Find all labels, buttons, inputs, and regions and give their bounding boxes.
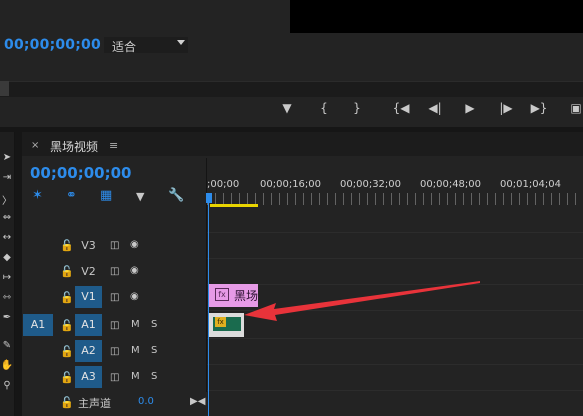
ruler-label: 00;00;32;00 — [340, 179, 402, 190]
linked-selection-icon[interactable]: ▦ — [100, 188, 112, 203]
rate-stretch-tool-icon[interactable]: ↔ — [0, 232, 14, 243]
master-track-label: 主声道 — [78, 397, 111, 410]
wrench-icon[interactable]: 🔧 — [168, 188, 184, 203]
panel-menu-icon[interactable]: ≡ — [109, 139, 118, 152]
eye-icon[interactable]: ◉ — [130, 291, 139, 302]
insert-icon[interactable]: ▣ — [566, 101, 583, 115]
pen-tool-alt-icon[interactable]: ✎ — [0, 340, 14, 351]
ruler-ticks — [207, 193, 583, 205]
track-lane-a2[interactable] — [207, 339, 583, 365]
program-video-frame — [290, 0, 583, 33]
annotation-arrow — [244, 281, 480, 321]
track-label-v1[interactable]: V1 — [75, 286, 102, 308]
track-lane-empty — [207, 212, 583, 233]
zoom-tool-icon[interactable]: ⚲ — [0, 380, 14, 391]
mute-button[interactable]: M — [131, 319, 140, 330]
master-volume-value[interactable]: 0.0 — [138, 396, 154, 407]
marker-add-icon[interactable]: ▼ — [277, 101, 297, 115]
track-lane-a3[interactable] — [207, 365, 583, 391]
track-label-v3[interactable]: V3 — [75, 235, 102, 257]
lock-icon[interactable]: 🔓 — [60, 319, 74, 332]
lock-icon[interactable]: 🔓 — [60, 371, 74, 384]
play-icon[interactable]: ▶ — [460, 101, 480, 115]
track-label-a2[interactable]: A2 — [75, 340, 102, 362]
sync-lock-icon[interactable]: ◫ — [110, 372, 119, 383]
nest-sequence-icon[interactable]: ✶ — [32, 188, 43, 203]
lock-icon[interactable]: 🔓 — [60, 396, 74, 409]
step-back-icon[interactable]: ◀| — [425, 101, 445, 115]
ruler-label: 00;01;04;04 — [500, 179, 562, 190]
eye-icon[interactable]: ◉ — [130, 265, 139, 276]
zoom-value: 适合 — [112, 40, 137, 54]
track-label-v2[interactable]: V2 — [75, 261, 102, 283]
timeline-timecode[interactable]: 00;00;00;00 — [30, 164, 132, 182]
slide-tool-icon[interactable]: ⇿ — [0, 292, 14, 303]
tools-panel: ➤ ⇥ 〉 ⇔ ↔ ◆ ↦ ⇿ ✒ ✎ ✋ ⚲ — [0, 132, 15, 416]
panel-gap — [15, 132, 22, 416]
selection-tool-icon[interactable]: ➤ — [0, 152, 14, 163]
fx-badge: fx — [215, 288, 229, 301]
mark-in-icon[interactable]: { — [314, 101, 334, 115]
program-scroll-track[interactable] — [0, 81, 583, 97]
track-label-a1[interactable]: A1 — [75, 314, 102, 336]
lock-icon[interactable]: 🔓 — [60, 239, 74, 252]
go-to-in-icon[interactable]: {◀ — [391, 101, 411, 115]
tab-sequence-title[interactable]: 黑场视频 — [50, 138, 98, 155]
ruler-label: ;00;00 — [207, 179, 240, 190]
playhead-line[interactable] — [208, 203, 209, 416]
sync-lock-icon[interactable]: ◫ — [110, 266, 119, 277]
pen-tool-icon[interactable]: ✒ — [0, 312, 14, 323]
ruler-label: 00;00;48;00 — [420, 179, 482, 190]
program-mini-ruler[interactable] — [0, 61, 583, 81]
solo-button[interactable]: S — [151, 345, 157, 356]
ripple-edit-tool-icon[interactable]: 〉 — [0, 192, 14, 207]
slip-tool-icon[interactable]: ↦ — [0, 272, 14, 283]
chevron-down-icon — [177, 40, 185, 45]
sync-lock-icon[interactable]: ◫ — [110, 320, 119, 331]
go-to-edit-point-icon[interactable]: ▶◀ — [190, 396, 205, 407]
work-area-bar[interactable] — [210, 204, 258, 207]
source-patch-a1[interactable]: A1 — [23, 314, 53, 336]
zoom-select[interactable]: 适合 — [104, 37, 188, 54]
sync-lock-icon[interactable]: ◫ — [110, 346, 119, 357]
program-timecode[interactable]: 00;00;00;00 — [4, 37, 101, 53]
fx-badge: fx — [215, 317, 226, 327]
track-lane-v3[interactable] — [207, 233, 583, 259]
snap-icon[interactable]: ⚭ — [66, 188, 77, 203]
mute-button[interactable]: M — [131, 345, 140, 356]
lock-icon[interactable]: 🔓 — [60, 265, 74, 278]
program-scroll-handle[interactable] — [0, 81, 9, 96]
track-label-a3[interactable]: A3 — [75, 366, 102, 388]
solo-button[interactable]: S — [151, 319, 157, 330]
mark-out-icon[interactable]: } — [347, 101, 367, 115]
step-forward-icon[interactable]: |▶ — [496, 101, 516, 115]
go-to-out-icon[interactable]: ▶} — [529, 101, 549, 115]
lock-icon[interactable]: 🔓 — [60, 291, 74, 304]
sync-lock-icon[interactable]: ◫ — [110, 240, 119, 251]
razor-tool-icon[interactable]: ◆ — [0, 252, 14, 263]
track-select-tool-icon[interactable]: ⇥ — [0, 172, 14, 183]
lock-icon[interactable]: 🔓 — [60, 345, 74, 358]
timeline-tab-bar — [22, 132, 583, 156]
ruler-label: 00;00;16;00 — [260, 179, 322, 190]
solo-button[interactable]: S — [151, 371, 157, 382]
add-marker-icon[interactable]: ▼ — [136, 190, 144, 203]
sync-lock-icon[interactable]: ◫ — [110, 292, 119, 303]
rolling-edit-tool-icon[interactable]: ⇔ — [0, 212, 14, 223]
eye-icon[interactable]: ◉ — [130, 239, 139, 250]
close-icon[interactable]: × — [31, 140, 39, 151]
mute-button[interactable]: M — [131, 371, 140, 382]
hand-tool-icon[interactable]: ✋ — [0, 360, 14, 371]
playhead-handle[interactable] — [206, 193, 212, 203]
